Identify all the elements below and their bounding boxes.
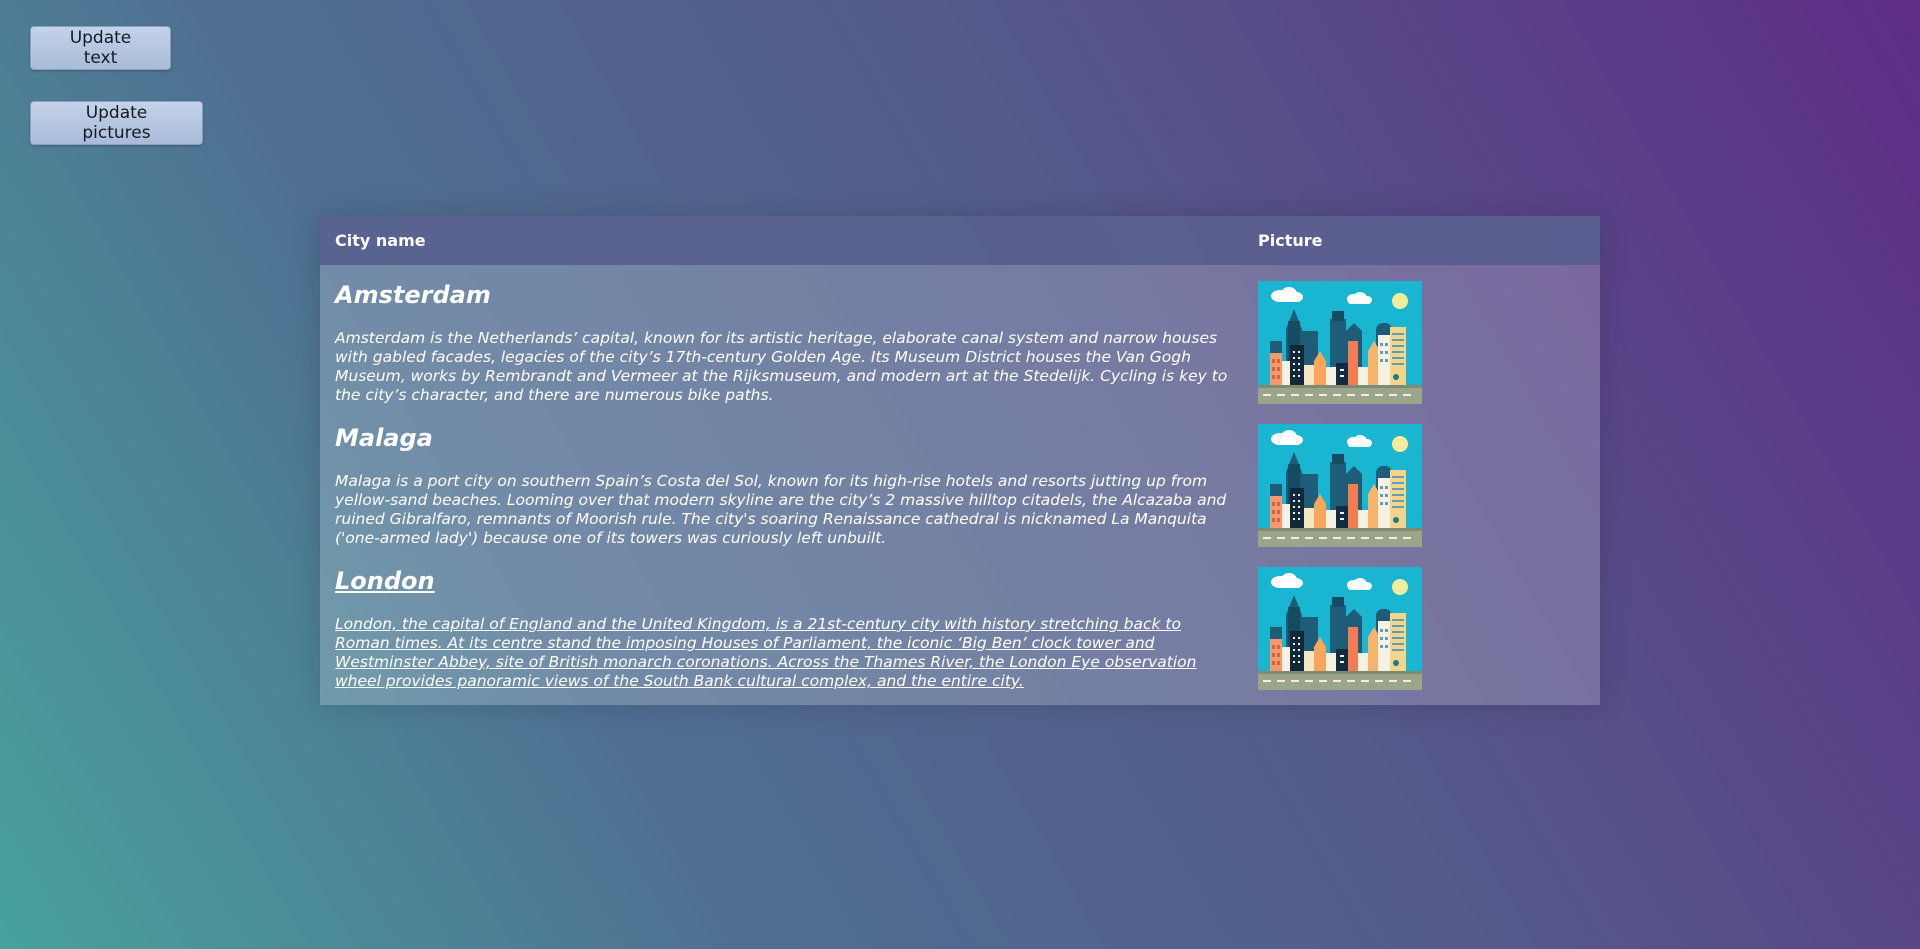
city-skyline-icon [1258, 424, 1422, 547]
table-row: Malaga Malaga is a port city on southern… [320, 408, 1600, 551]
city-skyline-icon [1258, 281, 1422, 404]
city-name: Amsterdam [335, 281, 491, 309]
city-description: Amsterdam is the Netherlands’ capital, k… [335, 329, 1228, 404]
picture-cell [1243, 265, 1600, 408]
picture-cell [1243, 408, 1600, 551]
city-skyline-icon [1258, 567, 1422, 690]
table-header-row: City name Picture [320, 216, 1600, 265]
table-row: London London, the capital of England an… [320, 551, 1600, 705]
city-cell: Amsterdam Amsterdam is the Netherlands’ … [320, 265, 1243, 408]
column-header-city-name: City name [320, 216, 1243, 265]
update-pictures-button[interactable]: Update pictures [30, 101, 203, 145]
city-cell: Malaga Malaga is a port city on southern… [320, 408, 1243, 551]
picture-cell [1243, 551, 1600, 705]
city-name: London [335, 567, 435, 595]
city-description: London, the capital of England and the U… [335, 615, 1197, 690]
city-name: Malaga [335, 424, 433, 452]
city-description: Malaga is a port city on southern Spain’… [335, 472, 1227, 547]
table-row: Amsterdam Amsterdam is the Netherlands’ … [320, 265, 1600, 408]
city-cell: London London, the capital of England an… [320, 551, 1243, 705]
city-table: City name Picture Amsterdam Amsterdam is… [320, 216, 1600, 705]
column-header-picture: Picture [1243, 216, 1600, 265]
update-text-button[interactable]: Update text [30, 26, 171, 70]
